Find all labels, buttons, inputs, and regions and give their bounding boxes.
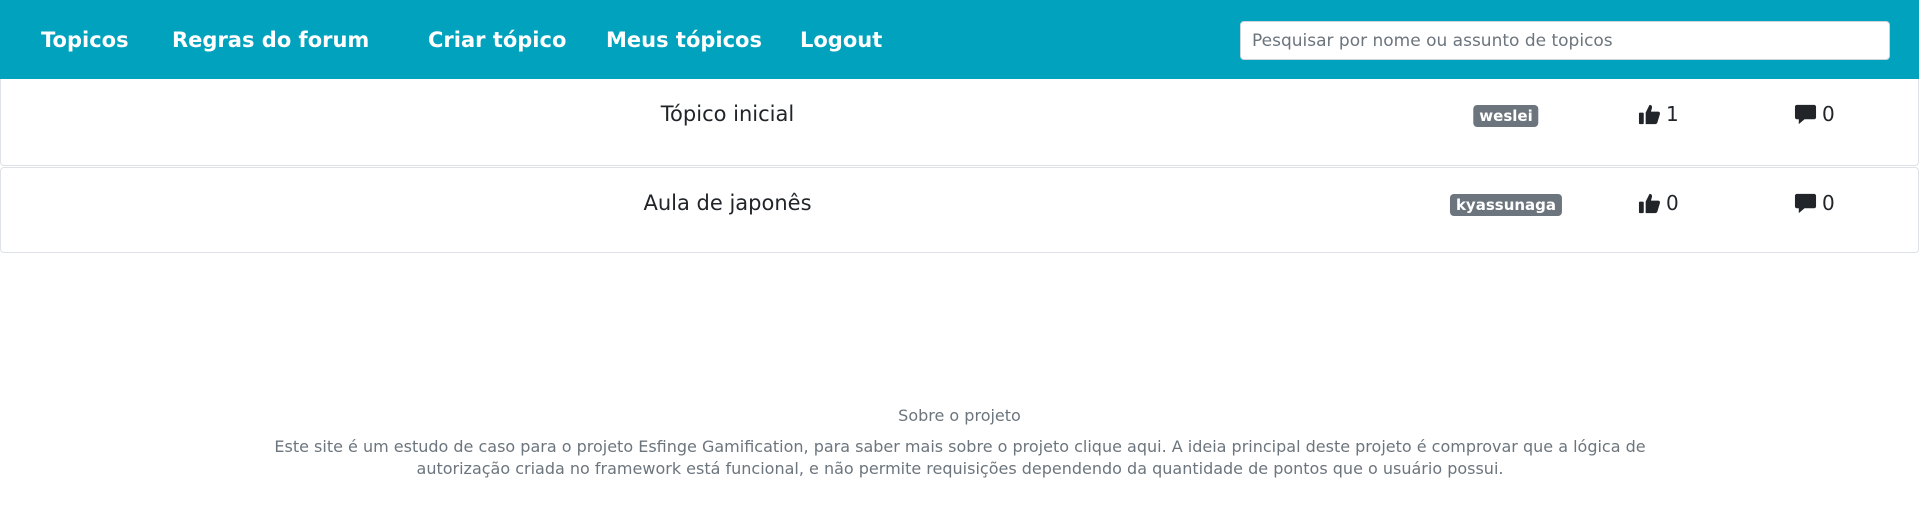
comment-count: 0 <box>1822 102 1835 126</box>
comment-button[interactable]: 0 <box>1794 190 1835 216</box>
like-count: 0 <box>1666 191 1679 215</box>
nav-regras-do-forum[interactable]: Regras do forum <box>172 26 369 54</box>
topic-row[interactable]: Tópico inicial weslei 1 0 <box>0 79 1919 166</box>
search-input[interactable] <box>1240 21 1890 60</box>
topic-title[interactable]: Aula de japonês <box>1 190 1454 216</box>
nav-criar-topico[interactable]: Criar tópico <box>428 26 566 54</box>
nav-topicos[interactable]: Topicos <box>41 26 129 54</box>
comment-icon <box>1794 193 1817 213</box>
thumbs-up-icon <box>1638 104 1660 124</box>
author-badge: weslei <box>1473 105 1539 127</box>
footer-title: Sobre o projeto <box>898 406 1021 425</box>
nav-meus-topicos[interactable]: Meus tópicos <box>606 26 762 54</box>
like-count: 1 <box>1666 102 1679 126</box>
like-button[interactable]: 1 <box>1638 101 1679 127</box>
topic-row[interactable]: Aula de japonês kyassunaga 0 0 <box>0 167 1919 253</box>
topic-title[interactable]: Tópico inicial <box>1 101 1454 127</box>
footer-text: Este site é um estudo de caso para o pro… <box>274 437 1646 478</box>
navbar: Topicos Regras do forum Criar tópico Meu… <box>0 0 1919 82</box>
thumbs-up-icon <box>1638 193 1660 213</box>
author-badge: kyassunaga <box>1449 194 1563 216</box>
nav-logout[interactable]: Logout <box>800 26 882 54</box>
like-button[interactable]: 0 <box>1638 190 1679 216</box>
comment-button[interactable]: 0 <box>1794 101 1835 127</box>
comment-count: 0 <box>1822 191 1835 215</box>
comment-icon <box>1794 104 1817 124</box>
